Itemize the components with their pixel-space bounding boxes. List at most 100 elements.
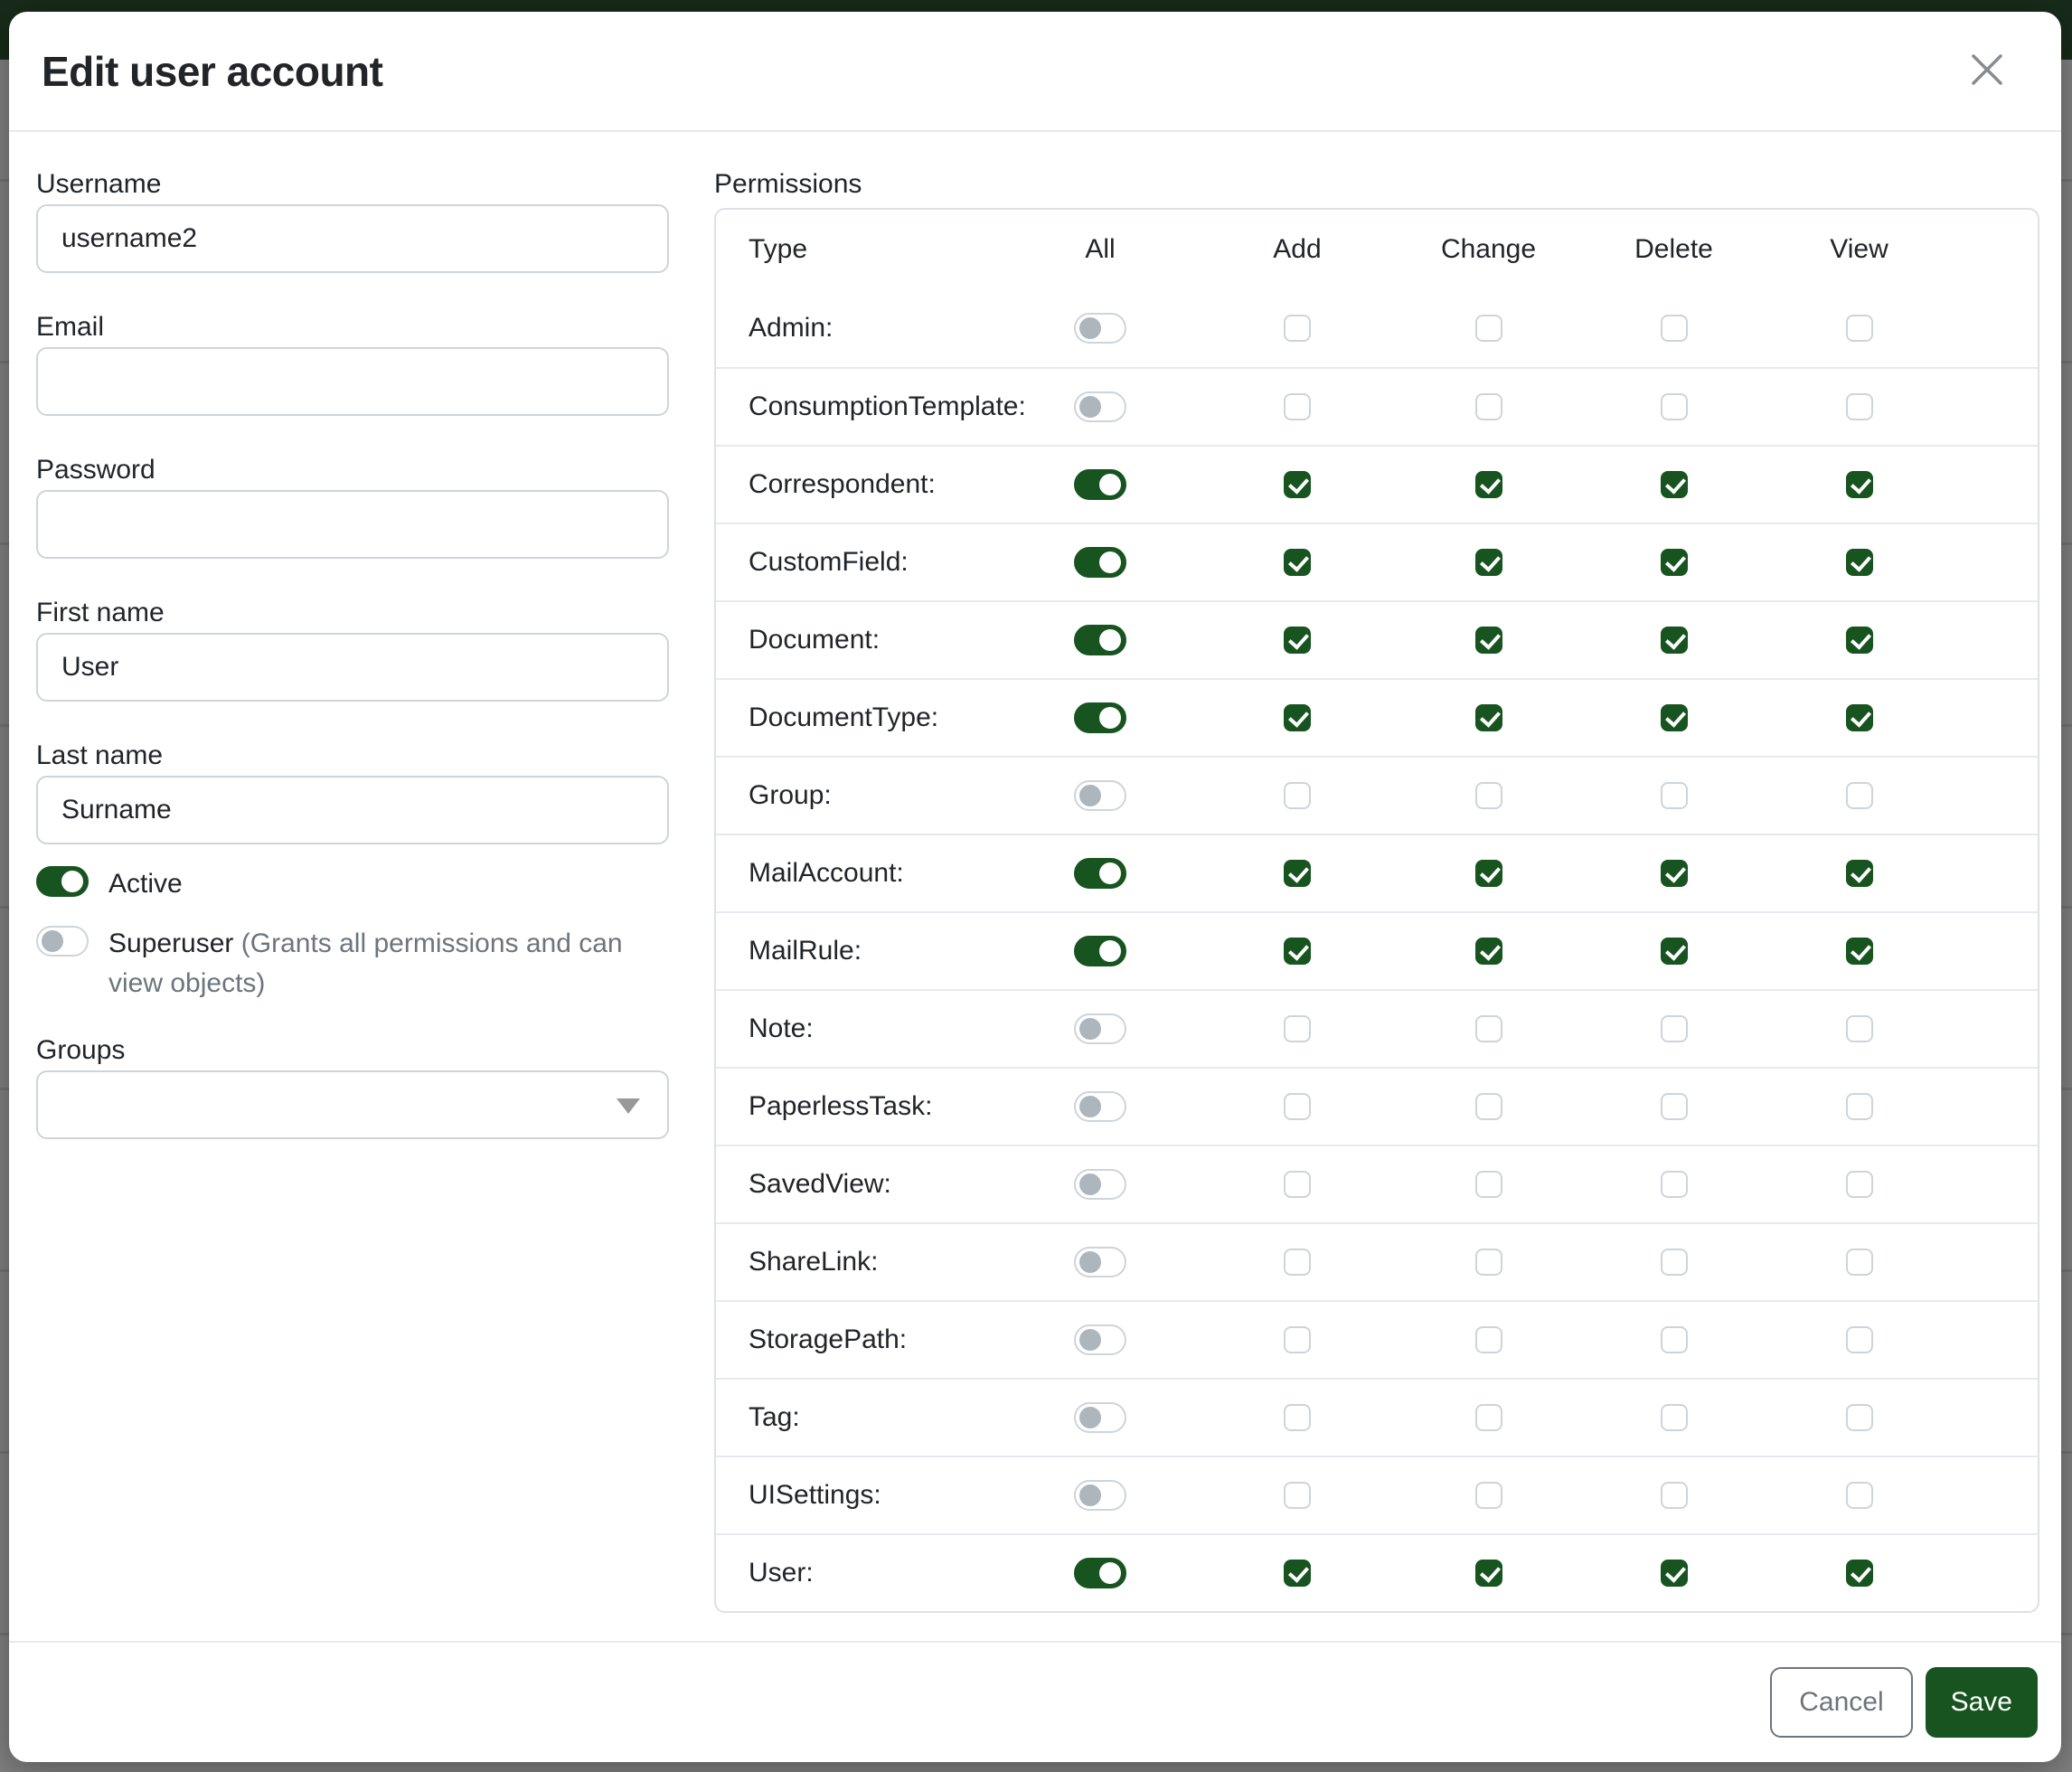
- add-checkbox[interactable]: [1284, 627, 1311, 654]
- view-checkbox[interactable]: [1846, 1015, 1873, 1042]
- all-toggle[interactable]: [1074, 1247, 1126, 1277]
- add-checkbox[interactable]: [1284, 782, 1311, 809]
- add-checkbox[interactable]: [1284, 938, 1311, 965]
- delete-checkbox[interactable]: [1661, 1560, 1688, 1587]
- permission-type-label: Correspondent:: [749, 469, 936, 500]
- add-checkbox[interactable]: [1284, 860, 1311, 887]
- add-checkbox[interactable]: [1284, 704, 1311, 731]
- last-name-field[interactable]: [36, 776, 669, 844]
- delete-checkbox[interactable]: [1661, 1482, 1688, 1509]
- all-toggle[interactable]: [1074, 313, 1126, 344]
- view-checkbox[interactable]: [1846, 1171, 1873, 1198]
- view-checkbox[interactable]: [1846, 1249, 1873, 1276]
- delete-checkbox[interactable]: [1661, 860, 1688, 887]
- view-checkbox[interactable]: [1846, 1560, 1873, 1587]
- change-checkbox[interactable]: [1475, 704, 1502, 731]
- delete-checkbox[interactable]: [1661, 627, 1688, 654]
- permission-row: Correspondent:: [716, 445, 2038, 523]
- change-checkbox[interactable]: [1475, 1404, 1502, 1431]
- view-checkbox[interactable]: [1846, 704, 1873, 731]
- username-input[interactable]: [36, 204, 669, 273]
- superuser-toggle[interactable]: [36, 926, 89, 957]
- view-checkbox[interactable]: [1846, 938, 1873, 965]
- permission-type-label: Admin:: [749, 313, 833, 344]
- change-checkbox[interactable]: [1475, 471, 1502, 498]
- change-checkbox[interactable]: [1475, 1482, 1502, 1509]
- all-toggle[interactable]: [1074, 1558, 1126, 1588]
- delete-checkbox[interactable]: [1661, 1326, 1688, 1353]
- view-checkbox[interactable]: [1846, 471, 1873, 498]
- add-checkbox[interactable]: [1284, 1249, 1311, 1276]
- add-checkbox[interactable]: [1284, 393, 1311, 420]
- all-toggle[interactable]: [1074, 1324, 1126, 1355]
- delete-checkbox[interactable]: [1661, 315, 1688, 342]
- password-field[interactable]: [36, 490, 669, 559]
- change-checkbox[interactable]: [1475, 782, 1502, 809]
- change-checkbox[interactable]: [1475, 315, 1502, 342]
- change-checkbox[interactable]: [1475, 1249, 1502, 1276]
- view-checkbox[interactable]: [1846, 1093, 1873, 1120]
- view-checkbox[interactable]: [1846, 1404, 1873, 1431]
- save-button[interactable]: Save: [1926, 1667, 2038, 1738]
- change-checkbox[interactable]: [1475, 393, 1502, 420]
- delete-checkbox[interactable]: [1661, 471, 1688, 498]
- add-checkbox[interactable]: [1284, 471, 1311, 498]
- add-checkbox[interactable]: [1284, 1560, 1311, 1587]
- view-checkbox[interactable]: [1846, 393, 1873, 420]
- column-header-view: View: [1830, 234, 1888, 265]
- add-checkbox[interactable]: [1284, 1015, 1311, 1042]
- all-toggle[interactable]: [1074, 1402, 1126, 1433]
- add-checkbox[interactable]: [1284, 1404, 1311, 1431]
- groups-select[interactable]: [36, 1070, 669, 1139]
- all-toggle[interactable]: [1074, 702, 1126, 733]
- delete-checkbox[interactable]: [1661, 1015, 1688, 1042]
- delete-checkbox[interactable]: [1661, 782, 1688, 809]
- all-toggle[interactable]: [1074, 469, 1126, 500]
- all-toggle[interactable]: [1074, 625, 1126, 655]
- view-checkbox[interactable]: [1846, 782, 1873, 809]
- delete-checkbox[interactable]: [1661, 938, 1688, 965]
- change-checkbox[interactable]: [1475, 938, 1502, 965]
- change-checkbox[interactable]: [1475, 549, 1502, 576]
- view-checkbox[interactable]: [1846, 1326, 1873, 1353]
- change-checkbox[interactable]: [1475, 1015, 1502, 1042]
- all-toggle[interactable]: [1074, 547, 1126, 578]
- add-checkbox[interactable]: [1284, 1093, 1311, 1120]
- view-checkbox[interactable]: [1846, 549, 1873, 576]
- add-checkbox[interactable]: [1284, 1171, 1311, 1198]
- first-name-field[interactable]: [36, 633, 669, 702]
- view-checkbox[interactable]: [1846, 1482, 1873, 1509]
- all-toggle[interactable]: [1074, 936, 1126, 966]
- delete-checkbox[interactable]: [1661, 549, 1688, 576]
- change-checkbox[interactable]: [1475, 1093, 1502, 1120]
- all-toggle[interactable]: [1074, 858, 1126, 889]
- add-checkbox[interactable]: [1284, 1326, 1311, 1353]
- all-toggle[interactable]: [1074, 1013, 1126, 1044]
- change-checkbox[interactable]: [1475, 1326, 1502, 1353]
- delete-checkbox[interactable]: [1661, 393, 1688, 420]
- change-checkbox[interactable]: [1475, 1560, 1502, 1587]
- all-toggle[interactable]: [1074, 1169, 1126, 1200]
- view-checkbox[interactable]: [1846, 860, 1873, 887]
- add-checkbox[interactable]: [1284, 315, 1311, 342]
- email-field[interactable]: [36, 347, 669, 416]
- change-checkbox[interactable]: [1475, 627, 1502, 654]
- view-checkbox[interactable]: [1846, 627, 1873, 654]
- change-checkbox[interactable]: [1475, 1171, 1502, 1198]
- delete-checkbox[interactable]: [1661, 1249, 1688, 1276]
- all-toggle[interactable]: [1074, 780, 1126, 811]
- delete-checkbox[interactable]: [1661, 704, 1688, 731]
- cancel-button[interactable]: Cancel: [1770, 1667, 1912, 1738]
- add-checkbox[interactable]: [1284, 1482, 1311, 1509]
- active-toggle[interactable]: [36, 866, 89, 897]
- all-toggle[interactable]: [1074, 391, 1126, 422]
- view-checkbox[interactable]: [1846, 315, 1873, 342]
- add-checkbox[interactable]: [1284, 549, 1311, 576]
- delete-checkbox[interactable]: [1661, 1404, 1688, 1431]
- all-toggle[interactable]: [1074, 1480, 1126, 1511]
- close-button[interactable]: [1962, 46, 2012, 97]
- all-toggle[interactable]: [1074, 1091, 1126, 1122]
- change-checkbox[interactable]: [1475, 860, 1502, 887]
- delete-checkbox[interactable]: [1661, 1171, 1688, 1198]
- delete-checkbox[interactable]: [1661, 1093, 1688, 1120]
